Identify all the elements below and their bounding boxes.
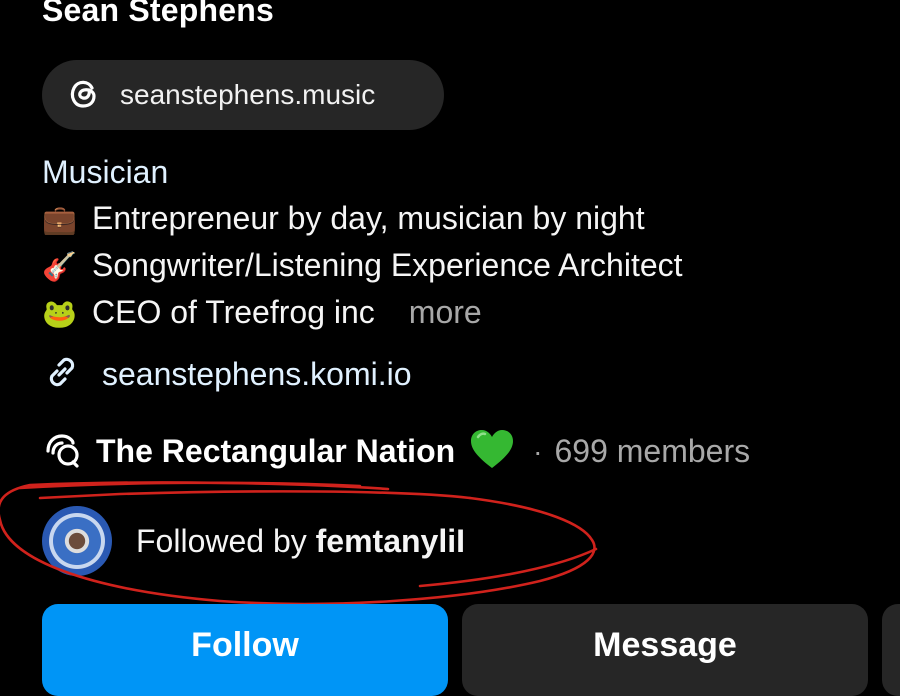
avatar[interactable] [42, 506, 112, 576]
channel-title: The Rectangular Nation [96, 433, 456, 469]
link-icon [42, 352, 82, 397]
channel-members: 699 members [554, 433, 751, 469]
bio-more-link[interactable]: more [409, 294, 482, 330]
profile-link-text: seanstephens.komi.io [102, 356, 412, 392]
bio-text: Entrepreneur by day, musician by night [92, 200, 645, 236]
frog-emoji: 🐸 [42, 298, 77, 329]
bio-line: 💼 Entrepreneur by day, musician by night [42, 200, 645, 238]
bio-text: CEO of Treefrog inc [92, 294, 375, 330]
separator: · [533, 435, 543, 467]
profile-link[interactable]: seanstephens.komi.io [42, 352, 412, 397]
more-options-button[interactable] [882, 604, 900, 696]
followed-by-prefix: Followed by [136, 522, 307, 559]
briefcase-emoji: 💼 [42, 204, 77, 235]
profile-category: Musician [42, 154, 169, 190]
followed-by-username: femtanyliI [315, 522, 466, 559]
guitar-emoji: 🎸 [42, 251, 77, 282]
threads-badge-button[interactable]: seanstephens.music [42, 60, 444, 130]
bio-line: 🎸 Songwriter/Listening Experience Archite… [42, 247, 683, 285]
threads-icon [66, 76, 100, 115]
followed-by-text: Followed by femtanyliI [136, 523, 465, 560]
bio-line: 🐸 CEO of Treefrog inc more [42, 294, 482, 332]
threads-handle: seanstephens.music [120, 79, 376, 110]
broadcast-channel[interactable]: The Rectangular Nation · 699 members [42, 428, 750, 475]
followed-by-row[interactable]: Followed by femtanyliI [42, 506, 465, 576]
broadcast-channel-icon [42, 429, 82, 474]
message-button[interactable]: Message [462, 604, 868, 696]
bio-text: Songwriter/Listening Experience Architec… [92, 247, 683, 283]
profile-name: Sean Stephens [42, 0, 275, 28]
green-heart-icon [469, 428, 515, 475]
follow-button[interactable]: Follow [42, 604, 448, 696]
